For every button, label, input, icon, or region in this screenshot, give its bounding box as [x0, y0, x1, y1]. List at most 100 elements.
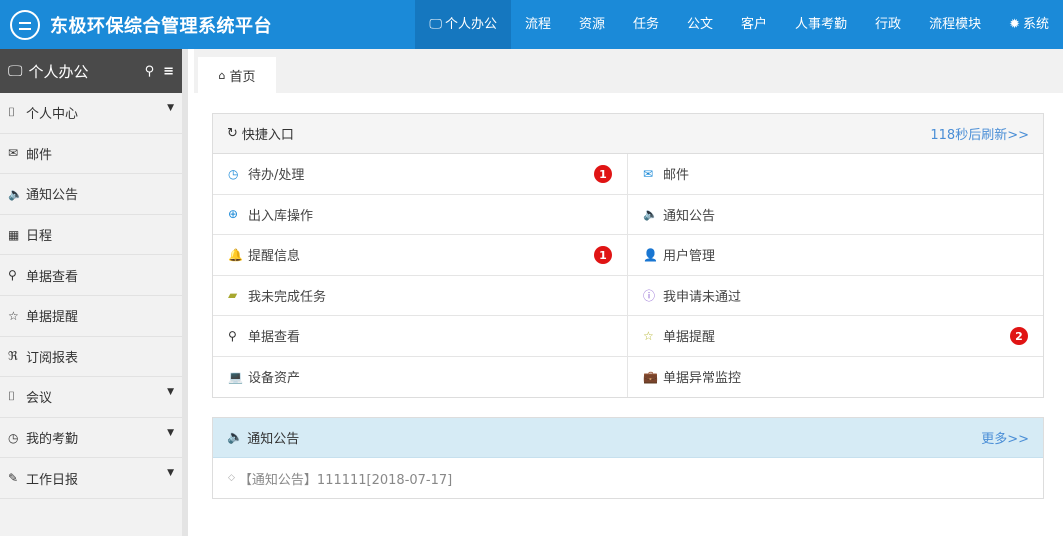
quick-entry-panel: ↻ 快捷入口 118秒后刷新>> ◷ 待办/处理 1 ✉ 邮件 ⊕ 出入库操作 🔈 通知公告 🔔 提… [212, 113, 1044, 398]
bookmark-icon: ⌷ [8, 105, 16, 120]
search-icon[interactable]: ⚲ [145, 64, 155, 79]
quick-entry-label: 待办/处理 [248, 168, 305, 184]
quick-entry-label: 通知公告 [663, 208, 716, 224]
quick-entry-label: 出入库操作 [248, 208, 314, 224]
envelope-icon: ✉ [8, 146, 19, 161]
notice-panel: 🔈 通知公告 更多>> ◇ 【通知公告】111111[2018-07-17] [212, 417, 1044, 499]
sidebar-item-label: 邮件 [26, 147, 53, 163]
nav-item-0[interactable]: 🖵 个人办公 [415, 0, 511, 49]
quick-entry-item-7[interactable]: ⓘ 我申请未通过 [628, 276, 1043, 316]
sidebar-item-4[interactable]: ⚲ 单据查看 [0, 255, 182, 296]
star-icon: ☆ [643, 328, 654, 343]
speaker-icon: 🔈 [8, 186, 23, 201]
search-icon: ⚲ [8, 268, 17, 283]
more-link[interactable]: 更多>> [981, 428, 1029, 447]
quick-entry-item-4[interactable]: 🔔 提醒信息 1 [213, 235, 628, 276]
speaker-icon: 🔈 [643, 207, 658, 222]
sidebar: 🖵 个人办公 ⚲ ≡ ⌷ 个人中心 ▼ ✉ 邮件 🔈 通知公告 ▦ 日程 ⚲ 单据查看 ☆ 单据提醒 ℜ 订… [0, 49, 188, 536]
quick-entry-item-0[interactable]: ◷ 待办/处理 1 [213, 154, 628, 195]
nav-item-1[interactable]: 流程 [511, 0, 565, 49]
sidebar-item-label: 单据提醒 [26, 310, 79, 326]
top-bar: 东极环保综合管理系统平台 🖵 个人办公 流程 资源 任务 公文 客户 人事考勤 行政 流程模块 ✹ 系… [0, 0, 1063, 49]
monitor-icon: 🖵 [429, 17, 442, 32]
nav-item-8[interactable]: 流程模块 [915, 0, 995, 49]
notice-item[interactable]: ◇ 【通知公告】111111[2018-07-17] [213, 458, 1043, 498]
sidebar-item-label: 日程 [26, 229, 53, 245]
brand[interactable]: 东极环保综合管理系统平台 [10, 0, 272, 49]
count-badge: 1 [594, 246, 612, 264]
sidebar-item-2[interactable]: 🔈 通知公告 [0, 174, 182, 215]
sidebar-item-6[interactable]: ℜ 订阅报表 [0, 337, 182, 378]
quick-entry-label: 我申请未通过 [663, 289, 742, 305]
sidebar-item-3[interactable]: ▦ 日程 [0, 215, 182, 256]
quick-entry-item-3[interactable]: 🔈 通知公告 [628, 195, 1043, 235]
tab-bar: ⌂ 首页 [194, 49, 1063, 93]
sidebar-item-label: 个人中心 [26, 107, 79, 123]
nav-item-label: 行政 [875, 17, 902, 32]
calendar-icon: ▦ [8, 227, 20, 242]
sidebar-item-7[interactable]: ⌷ 会议 ▼ [0, 377, 182, 418]
sidebar-item-label: 单据查看 [26, 269, 79, 285]
sidebar-title-label: 个人办公 [28, 62, 89, 81]
quick-entry-label: 单据查看 [248, 330, 301, 346]
sidebar-item-0[interactable]: ⌷ 个人中心 ▼ [0, 93, 182, 134]
clock-icon: ◷ [228, 166, 239, 181]
nav-item-7[interactable]: 行政 [861, 0, 915, 49]
quick-entry-item-6[interactable]: ▰ 我未完成任务 [213, 275, 628, 316]
star-icon: ☆ [8, 308, 19, 323]
sidebar-item-label: 通知公告 [26, 188, 79, 204]
nav-item-9[interactable]: ✹ 系统 [995, 0, 1063, 49]
quick-entry-label: 用户管理 [663, 249, 716, 265]
quick-entry-item-8[interactable]: ⚲ 单据查看 [213, 316, 628, 357]
info-icon: ⓘ [643, 288, 656, 303]
quick-entry-header: ↻ 快捷入口 118秒后刷新>> [213, 114, 1043, 154]
sidebar-item-8[interactable]: ◷ 我的考勤 ▼ [0, 418, 182, 459]
quick-entry-item-11[interactable]: 💼 单据异常监控 [628, 357, 1043, 398]
book-icon: ▰ [228, 288, 238, 303]
notice-title: 通知公告 [247, 432, 300, 447]
sidebar-item-label: 工作日报 [26, 472, 79, 488]
caret-down-icon[interactable]: ▼ [167, 468, 174, 478]
envelope-icon: ✉ [643, 166, 654, 181]
quick-entry-label: 邮件 [663, 168, 690, 184]
menu-icon[interactable]: ≡ [163, 64, 174, 79]
quick-entry-item-2[interactable]: ⊕ 出入库操作 [213, 194, 628, 235]
tab-label: 首页 [229, 69, 256, 85]
sidebar-item-label: 会议 [26, 391, 53, 407]
tab-home[interactable]: ⌂ 首页 [198, 57, 276, 93]
nav-item-label: 公文 [687, 17, 714, 32]
caret-down-icon[interactable]: ▼ [167, 428, 174, 438]
nav-item-2[interactable]: 资源 [565, 0, 619, 49]
gear-icon: ✹ [1009, 17, 1020, 32]
edit-icon: ✎ [8, 471, 19, 486]
notice-header: 🔈 通知公告 更多>> [213, 418, 1043, 458]
sidebar-item-1[interactable]: ✉ 邮件 [0, 134, 182, 175]
nav-item-label: 系统 [1022, 17, 1049, 32]
nav-item-6[interactable]: 人事考勤 [781, 0, 861, 49]
sidebar-item-9[interactable]: ✎ 工作日报 ▼ [0, 458, 182, 499]
main-content: ⌂ 首页 ↻ 快捷入口 118秒后刷新>> ◷ 待办/处理 1 ✉ 邮件 ⊕ 出入库操作 🔈 通… [194, 49, 1063, 536]
briefcase-icon: 💼 [643, 369, 658, 384]
refresh-link[interactable]: 118秒后刷新>> [930, 124, 1029, 143]
quick-entry-title: 快捷入口 [241, 128, 294, 143]
nav-item-label: 资源 [578, 17, 605, 32]
laptop-icon: 💻 [228, 369, 243, 384]
user-icon: 👤 [643, 247, 658, 262]
count-badge: 1 [594, 165, 612, 183]
bell-icon: 🔔 [228, 247, 243, 262]
caret-down-icon[interactable]: ▼ [167, 103, 174, 113]
nav-item-4[interactable]: 公文 [673, 0, 727, 49]
caret-down-icon[interactable]: ▼ [167, 387, 174, 397]
quick-entry-item-10[interactable]: 💻 设备资产 [213, 356, 628, 397]
quick-entry-item-5[interactable]: 👤 用户管理 [628, 235, 1043, 276]
nav-item-3[interactable]: 任务 [619, 0, 673, 49]
quick-entry-label: 提醒信息 [248, 249, 301, 265]
sidebar-item-5[interactable]: ☆ 单据提醒 [0, 296, 182, 337]
nav-item-label: 个人办公 [444, 17, 497, 32]
quick-entry-item-1[interactable]: ✉ 邮件 [628, 154, 1043, 195]
nav-item-5[interactable]: 客户 [727, 0, 781, 49]
app-title: 东极环保综合管理系统平台 [50, 15, 272, 37]
quick-entry-item-9[interactable]: ☆ 单据提醒 2 [628, 316, 1043, 357]
sidebar-menu: ⌷ 个人中心 ▼ ✉ 邮件 🔈 通知公告 ▦ 日程 ⚲ 单据查看 ☆ 单据提醒 ℜ 订阅报表 ⌷ 会议 ▼ ◷ 我的考… [0, 93, 182, 499]
chat-logo-icon [10, 9, 40, 40]
